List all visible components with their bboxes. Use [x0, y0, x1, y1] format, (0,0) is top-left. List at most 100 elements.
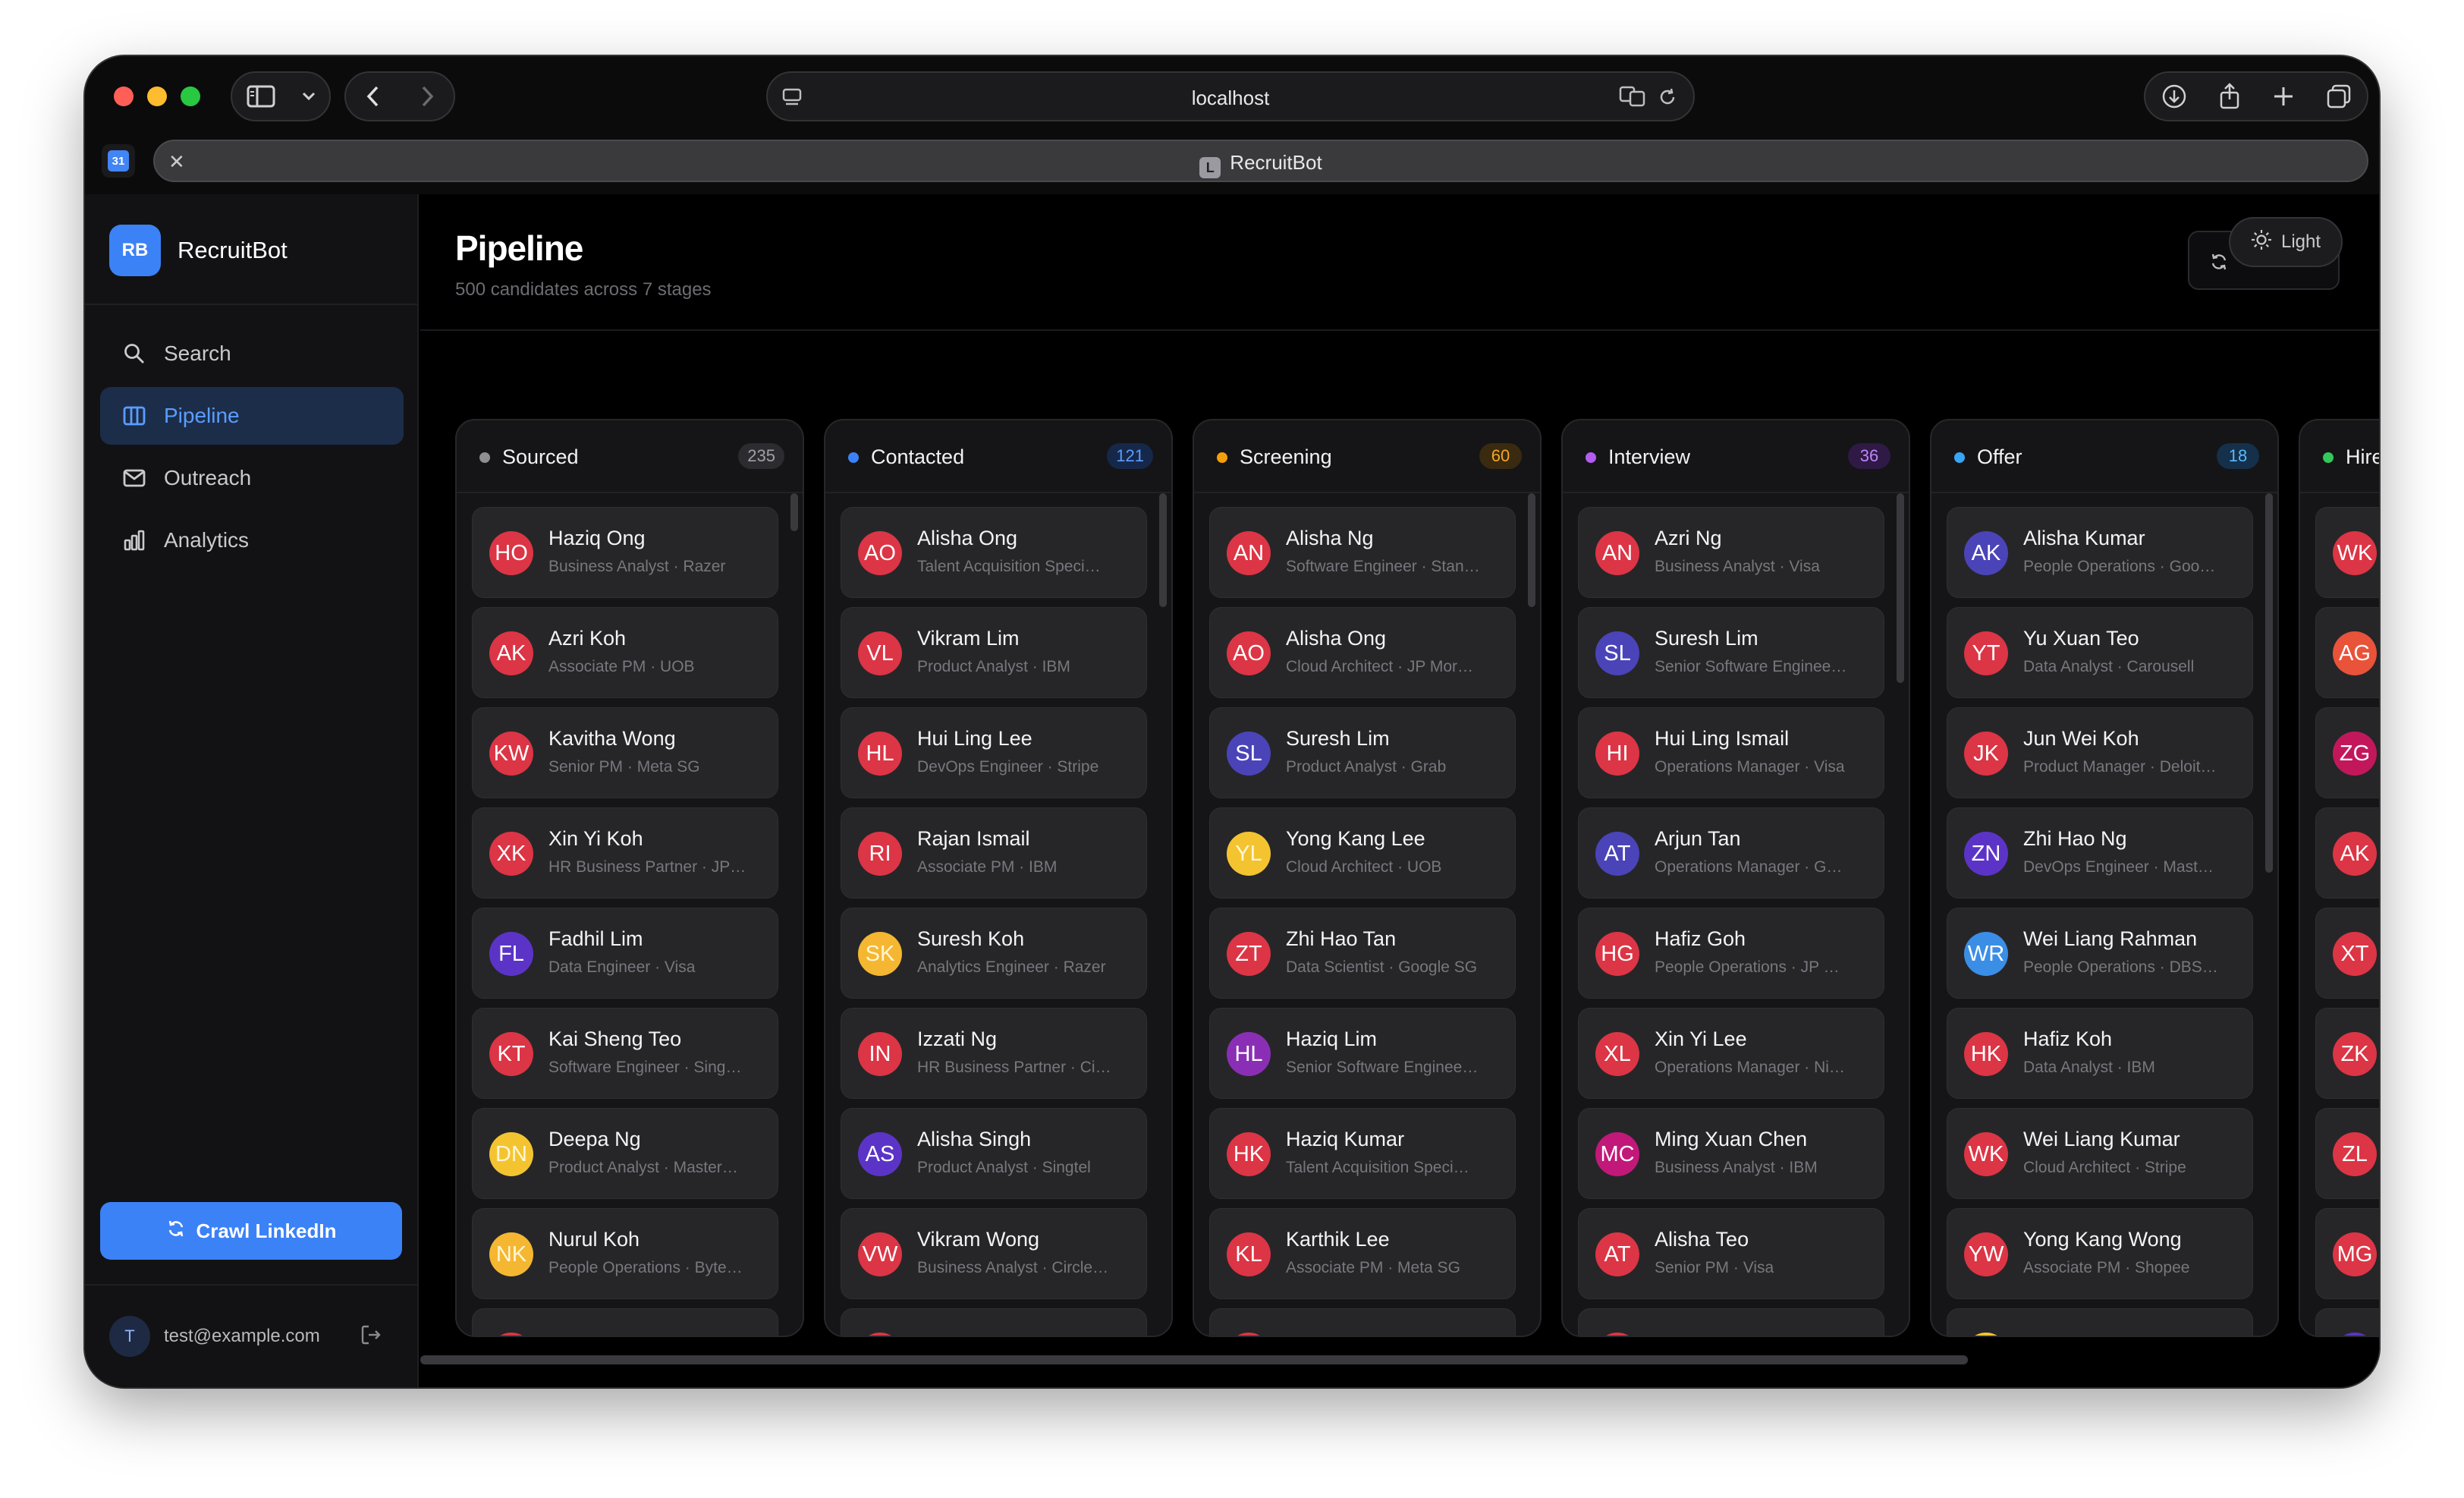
brand[interactable]: RB RecruitBot: [109, 225, 288, 276]
candidate-card[interactable]: YL Yong Kang Lee Cloud Architect · UOB: [1209, 807, 1516, 898]
sidebar-item-pipeline[interactable]: Pipeline: [100, 387, 404, 445]
back-arrow-icon[interactable]: [346, 85, 400, 108]
maximize-window-button[interactable]: [181, 87, 200, 106]
candidate-card[interactable]: HK Haziq Kumar Talent Acquisition Speci…: [1209, 1108, 1516, 1199]
candidate-card[interactable]: XK Xin Yi Koh HR Business Partner · JP…: [472, 807, 778, 898]
candidate-card[interactable]: HG Hafiz Goh People Operations · JP …: [1578, 908, 1884, 999]
candidate-name: Wei Liang Rahman: [2023, 927, 2198, 950]
candidate-role-company: Cloud Architect · UOB: [1286, 858, 1442, 876]
translate-icon[interactable]: [1619, 85, 1646, 112]
candidate-card[interactable]: HK Hafiz Koh Data Analyst · IBM: [1947, 1008, 2253, 1099]
candidate-card[interactable]: AN Azri Ng Business Analyst · Visa: [1578, 507, 1884, 598]
candidate-card[interactable]: ZG: [2315, 707, 2379, 798]
candidate-card[interactable]: MG: [2315, 1208, 2379, 1299]
candidate-card[interactable]: ZL: [2315, 1108, 2379, 1199]
column-scrollbar[interactable]: [1528, 493, 1535, 607]
crawl-linkedin-button[interactable]: Crawl LinkedIn: [100, 1202, 402, 1260]
candidate-card[interactable]: AS Alisha Singh Product Analyst · Singtel: [841, 1108, 1147, 1199]
sidebar-toggle-icon[interactable]: [232, 85, 290, 108]
candidate-card[interactable]: HI Hui Ling Ismail Operations Manager · Vi…: [1578, 707, 1884, 798]
reload-icon[interactable]: [1657, 87, 1678, 112]
candidate-card[interactable]: XT: [2315, 908, 2379, 999]
board-horizontal-scrollbar[interactable]: [420, 1355, 1968, 1364]
candidate-card[interactable]: JK Jun Wei Koh Product Manager · Deloit…: [1947, 707, 2253, 798]
avatar: IN: [858, 1032, 902, 1076]
candidate-card[interactable]: [1947, 1308, 2253, 1336]
candidate-card[interactable]: AT Alisha Teo Senior PM · Visa: [1578, 1208, 1884, 1299]
candidate-card[interactable]: [841, 1308, 1147, 1336]
column-scrollbar[interactable]: [1897, 493, 1904, 683]
header-divider: [420, 329, 2379, 331]
address-bar[interactable]: localhost: [766, 71, 1695, 121]
candidate-card[interactable]: HL Hui Ling Lee DevOps Engineer · Stripe: [841, 707, 1147, 798]
candidate-role-company: People Operations · Byte…: [548, 1259, 743, 1276]
candidate-card[interactable]: KT Kai Sheng Teo Software Engineer · Sing…: [472, 1008, 778, 1099]
candidate-card[interactable]: WK Wei Liang Kumar Cloud Architect · Strip…: [1947, 1108, 2253, 1199]
candidate-card[interactable]: HO Haziq Ong Business Analyst · Razer: [472, 507, 778, 598]
sidebar-item-analytics[interactable]: Analytics: [100, 511, 404, 569]
sidebar-nav: Search Pipeline Outreach Analytics: [100, 325, 404, 574]
candidate-card[interactable]: SK Suresh Koh Analytics Engineer · Razer: [841, 908, 1147, 999]
candidate-card[interactable]: VL Vikram Lim Product Analyst · IBM: [841, 607, 1147, 698]
candidate-card[interactable]: AG: [2315, 607, 2379, 698]
candidate-card[interactable]: [1209, 1308, 1516, 1336]
forward-arrow-icon[interactable]: [400, 85, 454, 108]
candidate-card[interactable]: AK: [2315, 807, 2379, 898]
candidate-card[interactable]: [2315, 1308, 2379, 1336]
candidate-card[interactable]: MC Ming Xuan Chen Business Analyst · IBM: [1578, 1108, 1884, 1199]
candidate-card[interactable]: ZN Zhi Hao Ng DevOps Engineer · Mast…: [1947, 807, 2253, 898]
candidate-card[interactable]: AT Arjun Tan Operations Manager · G…: [1578, 807, 1884, 898]
candidate-card[interactable]: ZT Zhi Hao Tan Data Scientist · Google SG: [1209, 908, 1516, 999]
candidate-card[interactable]: [472, 1308, 778, 1336]
candidate-card[interactable]: SL Suresh Lim Product Analyst · Grab: [1209, 707, 1516, 798]
candidate-card[interactable]: AN Alisha Ng Software Engineer · Stan…: [1209, 507, 1516, 598]
candidate-card[interactable]: SL Suresh Lim Senior Software Enginee…: [1578, 607, 1884, 698]
theme-toggle-button[interactable]: Light: [2229, 217, 2343, 267]
share-icon[interactable]: [2218, 83, 2241, 110]
candidate-card[interactable]: AO Alisha Ong Cloud Architect · JP Mor…: [1209, 607, 1516, 698]
candidate-card[interactable]: WR Wei Liang Rahman People Operations · DB…: [1947, 908, 2253, 999]
candidate-name: Hui Ling Ismail: [1655, 727, 1790, 750]
candidate-card[interactable]: AK Alisha Kumar People Operations · Goo…: [1947, 507, 2253, 598]
candidate-name: Wei Liang Kumar: [2023, 1128, 2180, 1150]
candidate-card[interactable]: WK: [2315, 507, 2379, 598]
close-window-button[interactable]: [114, 87, 134, 106]
column-scrollbar[interactable]: [790, 493, 798, 531]
avatar: HK: [1964, 1032, 2008, 1076]
candidate-card[interactable]: [1578, 1308, 1884, 1336]
candidate-card[interactable]: KL Karthik Lee Associate PM · Meta SG: [1209, 1208, 1516, 1299]
candidate-card[interactable]: RI Rajan Ismail Associate PM · IBM: [841, 807, 1147, 898]
stage-count-badge: 121: [1107, 443, 1153, 469]
candidate-card[interactable]: KW Kavitha Wong Senior PM · Meta SG: [472, 707, 778, 798]
candidate-card[interactable]: XL Xin Yi Lee Operations Manager · Ni…: [1578, 1008, 1884, 1099]
chevron-down-icon[interactable]: [290, 91, 328, 102]
logout-icon[interactable]: [360, 1323, 382, 1350]
tab-overview-icon[interactable]: [2326, 83, 2352, 109]
minimize-window-button[interactable]: [147, 87, 167, 106]
candidate-card[interactable]: FL Fadhil Lim Data Engineer · Visa: [472, 908, 778, 999]
calendar-icon: 31: [108, 150, 129, 172]
sidebar-item-outreach[interactable]: Outreach: [100, 449, 404, 507]
pinned-tab[interactable]: 31: [102, 144, 135, 178]
candidate-card[interactable]: AK Azri Koh Associate PM · UOB: [472, 607, 778, 698]
candidate-name: Kai Sheng Teo: [548, 1028, 682, 1050]
sidebar-toggle-group: [231, 71, 331, 121]
candidate-card[interactable]: YT Yu Xuan Teo Data Analyst · Carousell: [1947, 607, 2253, 698]
active-tab[interactable]: ✕ L RecruitBot: [153, 140, 2368, 182]
stage-name: Hired: [2346, 445, 2379, 468]
download-icon[interactable]: [2161, 83, 2187, 109]
sidebar-item-search[interactable]: Search: [100, 325, 404, 382]
new-tab-plus-icon[interactable]: [2272, 85, 2295, 108]
candidate-card[interactable]: VW Vikram Wong Business Analyst · Circle…: [841, 1208, 1147, 1299]
candidate-card[interactable]: NK Nurul Koh People Operations · Byte…: [472, 1208, 778, 1299]
avatar: [489, 1333, 533, 1336]
column-scrollbar[interactable]: [1159, 493, 1167, 607]
candidate-card[interactable]: IN Izzati Ng HR Business Partner · Ci…: [841, 1008, 1147, 1099]
candidate-card[interactable]: DN Deepa Ng Product Analyst · Master…: [472, 1108, 778, 1199]
column-scrollbar[interactable]: [2265, 493, 2273, 873]
candidate-card[interactable]: ZK: [2315, 1008, 2379, 1099]
candidate-card[interactable]: AO Alisha Ong Talent Acquisition Speci…: [841, 507, 1147, 598]
candidate-card[interactable]: YW Yong Kang Wong Associate PM · Shopee: [1947, 1208, 2253, 1299]
stage-header: Sourced 235: [457, 420, 803, 493]
candidate-card[interactable]: HL Haziq Lim Senior Software Enginee…: [1209, 1008, 1516, 1099]
